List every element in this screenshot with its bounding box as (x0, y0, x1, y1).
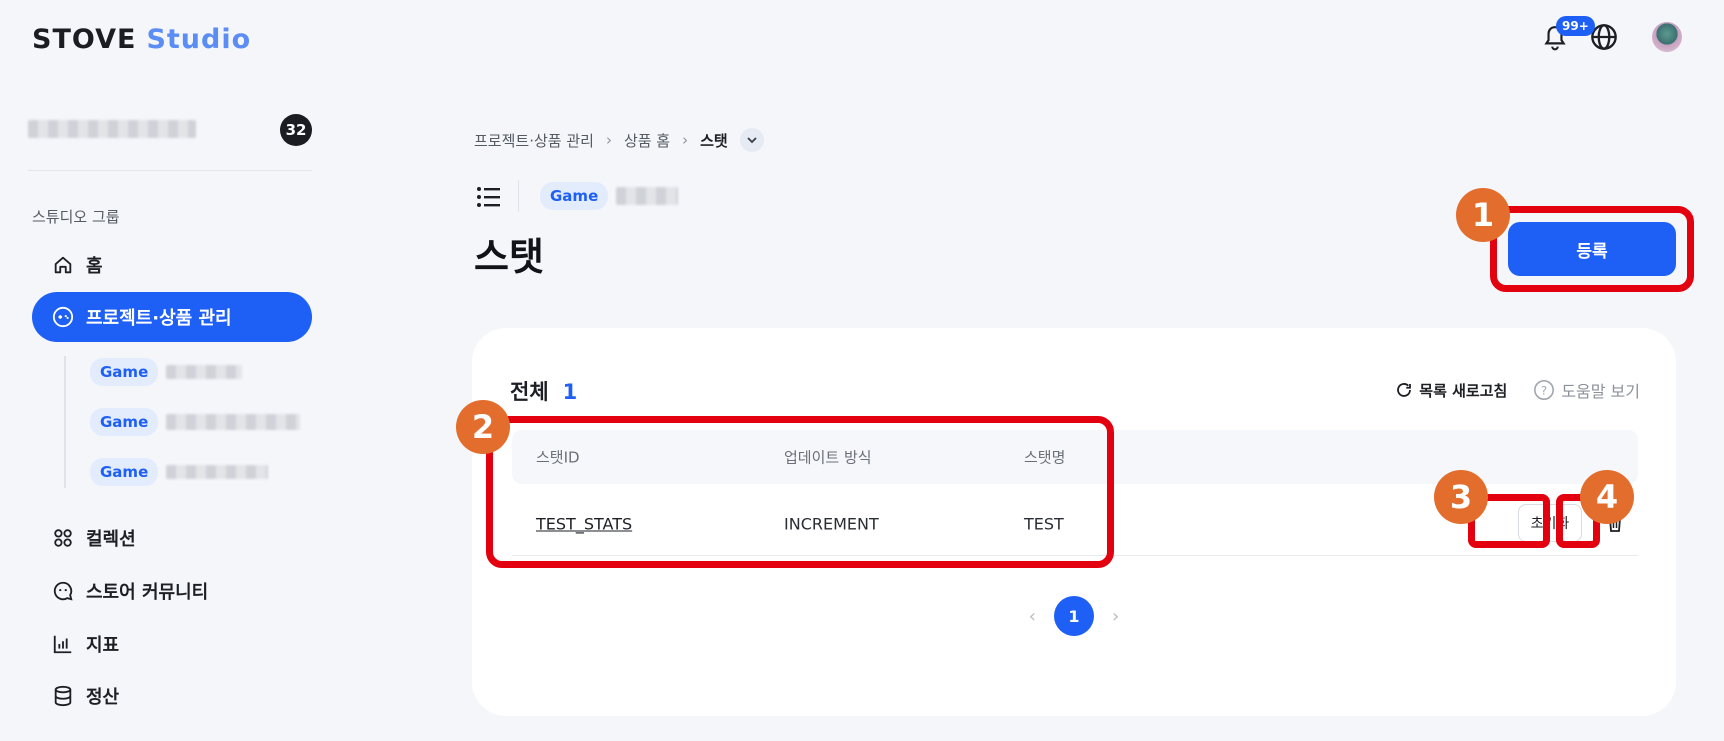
sidebar-item-store-community[interactable]: 스토어 커뮤니티 (52, 578, 208, 604)
list-icon[interactable] (476, 186, 500, 208)
total-count-value: 1 (562, 380, 578, 404)
game-name (166, 414, 301, 430)
marker-4: 4 (1580, 470, 1634, 524)
sidebar-group-label: 스튜디오 그룹 (32, 208, 120, 226)
refresh-icon (1397, 383, 1412, 397)
sidebar-item-label: 컬렉션 (86, 529, 136, 550)
sidebar-sub-item-game-1[interactable]: Game (90, 358, 243, 386)
highlight-table (486, 416, 1114, 568)
breadcrumb-item[interactable]: 상품 홈 (624, 130, 670, 151)
collection-icon (54, 529, 72, 547)
svg-text:?: ? (1541, 384, 1547, 398)
refresh-label: 목록 새로고침 (1419, 381, 1508, 400)
sidebar-sub-item-game-2[interactable]: Game (90, 408, 301, 436)
sub-menu-guide (64, 356, 66, 488)
pagination: ‹ 1 › (472, 596, 1676, 636)
total-count: 전체 1 (510, 376, 577, 406)
notification-badge: 99+ (1556, 16, 1595, 36)
chart-icon (53, 635, 72, 654)
highlight-register (1490, 206, 1694, 292)
sidebar-item-label: 지표 (86, 635, 120, 656)
gamepad-icon (52, 306, 74, 328)
sidebar-item-label: 프로젝트·상품 관리 (86, 308, 232, 329)
refresh-list-button[interactable]: 목록 새로고침 (1395, 380, 1507, 401)
breadcrumb-current: 스탯 (700, 131, 728, 150)
database-icon (54, 685, 72, 707)
sidebar-sub-item-game-3[interactable]: Game (90, 458, 269, 486)
sidebar-item-collection[interactable]: 컬렉션 (52, 525, 136, 551)
sidebar-item-settlement[interactable]: 정산 (52, 683, 119, 709)
next-page-button[interactable]: › (1112, 606, 1119, 627)
breadcrumb-dropdown-button[interactable] (739, 128, 764, 152)
game-name (166, 465, 269, 479)
page-title: 스탯 (474, 235, 544, 279)
sidebar-divider (28, 170, 312, 171)
sidebar-item-label: 홈 (86, 256, 103, 277)
game-tag: Game (90, 458, 159, 486)
breadcrumb: 프로젝트·상품 관리 › 상품 홈 › 스탯 (474, 128, 764, 152)
marker-1: 1 (1456, 188, 1510, 242)
chevron-right-icon: › (682, 131, 689, 149)
user-avatar[interactable] (1652, 22, 1682, 52)
sidebar-item-metrics[interactable]: 지표 (52, 631, 119, 657)
title-divider (518, 180, 519, 212)
sidebar: 32 스튜디오 그룹 홈 프로젝트·상품 관리 Game Game Game 컬… (0, 0, 330, 741)
chevron-right-icon: › (605, 131, 612, 149)
home-icon (54, 256, 72, 274)
sidebar-item-label: 정산 (86, 687, 120, 708)
breadcrumb-item[interactable]: 프로젝트·상품 관리 (474, 130, 594, 151)
game-tag: Game (540, 182, 609, 210)
product-tag-group: Game (540, 182, 679, 210)
page-button-current[interactable]: 1 (1054, 596, 1094, 636)
studio-count-badge: 32 (280, 114, 312, 146)
marker-2: 2 (456, 400, 510, 454)
help-button[interactable]: ? 도움말 보기 (1533, 378, 1640, 402)
card-actions: 목록 새로고침 ? 도움말 보기 (1395, 378, 1640, 402)
sidebar-item-project-management[interactable]: 프로젝트·상품 관리 (32, 292, 312, 342)
community-icon (53, 581, 73, 601)
notifications-button[interactable]: 99+ (1542, 16, 1595, 52)
game-name (166, 365, 243, 379)
prev-page-button[interactable]: ‹ (1029, 606, 1036, 627)
top-toolbar: 99+ (1542, 16, 1682, 52)
game-tag: Game (90, 358, 159, 386)
game-tag: Game (90, 408, 159, 436)
game-name (616, 187, 679, 205)
chevron-down-icon (747, 137, 757, 144)
sidebar-item-home[interactable]: 홈 (52, 252, 103, 278)
total-label: 전체 (510, 380, 549, 404)
help-label: 도움말 보기 (1561, 382, 1640, 401)
studio-name[interactable] (28, 120, 196, 138)
sidebar-item-label: 스토어 커뮤니티 (86, 582, 209, 603)
marker-3: 3 (1434, 470, 1488, 524)
question-circle-icon: ? (1534, 380, 1555, 400)
